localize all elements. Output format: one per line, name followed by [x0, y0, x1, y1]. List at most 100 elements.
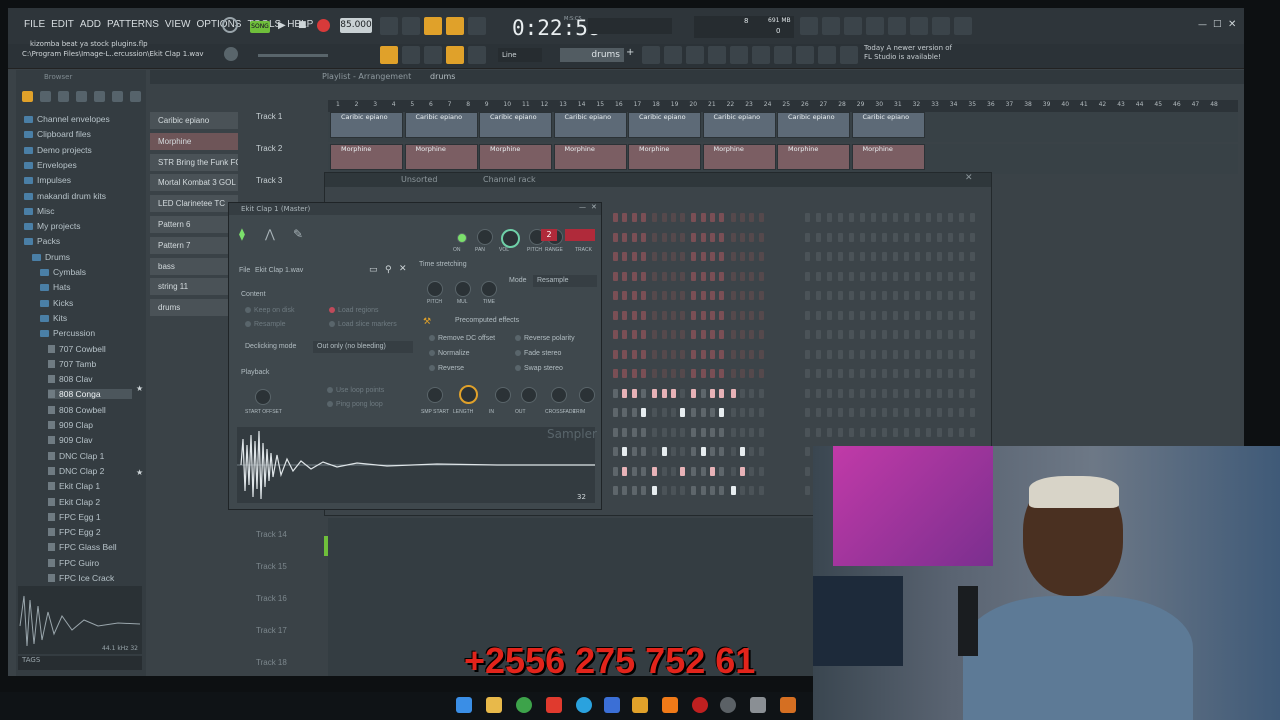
step-button[interactable] — [710, 466, 715, 476]
step-button[interactable] — [661, 466, 667, 476]
step-button[interactable] — [622, 291, 628, 300]
step-button[interactable] — [700, 369, 706, 378]
clip-caribic-epiano[interactable]: Caribic epiano — [777, 112, 850, 138]
step-button[interactable] — [631, 408, 637, 417]
clear-sample-icon[interactable]: ✕ — [399, 264, 407, 274]
step-button[interactable] — [631, 252, 637, 261]
step-button[interactable] — [937, 213, 942, 222]
step-button[interactable] — [915, 330, 920, 339]
browser-star-icon[interactable] — [130, 91, 141, 102]
step-button[interactable] — [670, 408, 676, 417]
step-button[interactable] — [613, 330, 618, 339]
step-button[interactable] — [948, 291, 953, 300]
step-button[interactable] — [719, 349, 725, 359]
step-button[interactable] — [849, 349, 854, 359]
step-button[interactable] — [613, 388, 618, 398]
step-button[interactable] — [970, 213, 975, 222]
step-button[interactable] — [904, 252, 909, 261]
step-button[interactable] — [680, 232, 686, 242]
step-button[interactable] — [816, 291, 821, 300]
step-button[interactable] — [710, 310, 715, 320]
step-button[interactable] — [959, 330, 964, 339]
step-button[interactable] — [749, 388, 755, 398]
step-button[interactable] — [860, 271, 865, 281]
step-button[interactable] — [670, 427, 676, 437]
step-button[interactable] — [904, 369, 909, 378]
step-button[interactable] — [849, 310, 854, 320]
step-button[interactable] — [739, 486, 745, 495]
clip-caribic-epiano[interactable]: Caribic epiano — [479, 112, 552, 138]
step-button[interactable] — [730, 486, 736, 495]
step-button[interactable] — [937, 310, 942, 320]
clip-caribic-epiano[interactable]: Caribic epiano — [330, 112, 403, 138]
step-button[interactable] — [622, 232, 628, 242]
mode-select[interactable]: Resample — [533, 275, 597, 287]
step-button[interactable] — [652, 427, 658, 437]
step-button[interactable] — [882, 427, 887, 437]
step-button[interactable] — [749, 232, 755, 242]
step-button[interactable] — [613, 408, 618, 417]
step-button[interactable] — [719, 447, 725, 456]
step-button[interactable] — [691, 252, 697, 261]
step-button[interactable] — [827, 427, 832, 437]
step-button[interactable] — [827, 252, 832, 261]
step-button[interactable] — [631, 291, 637, 300]
step-button[interactable] — [739, 349, 745, 359]
step-button[interactable] — [670, 330, 676, 339]
step-button[interactable] — [622, 271, 628, 281]
step-button[interactable] — [827, 349, 832, 359]
step-button[interactable] — [739, 330, 745, 339]
step-button[interactable] — [652, 291, 658, 300]
browser-item[interactable]: Channel envelopes — [24, 114, 110, 124]
step-button[interactable] — [749, 447, 755, 456]
step-button[interactable] — [710, 427, 715, 437]
sampler-close-icon[interactable]: ✕ — [591, 203, 597, 211]
step-button[interactable] — [739, 232, 745, 242]
browser-files-icon[interactable] — [40, 91, 51, 102]
record-app-icon[interactable] — [692, 697, 708, 713]
step-button[interactable] — [700, 271, 706, 281]
add-pattern-icon[interactable]: + — [626, 47, 634, 58]
step-button[interactable] — [719, 213, 725, 222]
menu-patterns[interactable]: PATTERNS — [107, 19, 159, 30]
step-button[interactable] — [893, 213, 898, 222]
store-icon[interactable] — [604, 697, 620, 713]
step-button[interactable] — [816, 388, 821, 398]
step-button[interactable] — [871, 330, 876, 339]
tags-bar[interactable]: TAGS — [18, 656, 142, 670]
step-button[interactable] — [631, 466, 637, 476]
step-button[interactable] — [691, 486, 697, 495]
step-button[interactable] — [691, 271, 697, 281]
step-button[interactable] — [749, 486, 755, 495]
step-button[interactable] — [904, 388, 909, 398]
step-button[interactable] — [882, 271, 887, 281]
step-button[interactable] — [652, 447, 658, 456]
step-button[interactable] — [827, 213, 832, 222]
browser-item[interactable]: Ekit Clap 1 — [48, 481, 100, 491]
step-button[interactable] — [739, 388, 745, 398]
step-button[interactable] — [882, 349, 887, 359]
step-button[interactable] — [849, 232, 854, 242]
step-button[interactable] — [739, 252, 745, 261]
step-button[interactable] — [691, 213, 697, 222]
step-button[interactable] — [631, 486, 637, 495]
browser-clock-icon[interactable] — [94, 91, 105, 102]
step-button[interactable] — [631, 349, 637, 359]
countdown-icon[interactable] — [424, 17, 442, 35]
step-button[interactable] — [970, 408, 975, 417]
step-button[interactable] — [849, 408, 854, 417]
step-button[interactable] — [670, 232, 676, 242]
chip-icon[interactable] — [840, 46, 858, 64]
step-button[interactable] — [661, 486, 667, 495]
step-button[interactable] — [613, 427, 618, 437]
step-button[interactable] — [710, 349, 715, 359]
step-button[interactable] — [622, 349, 628, 359]
step-button[interactable] — [816, 252, 821, 261]
step-button[interactable] — [670, 310, 676, 320]
step-button[interactable] — [948, 388, 953, 398]
step-button[interactable] — [691, 388, 697, 398]
step-button[interactable] — [680, 271, 686, 281]
browser-item[interactable]: Drums — [32, 252, 70, 262]
step-button[interactable] — [860, 232, 865, 242]
folder-icon[interactable]: ▭ — [369, 265, 378, 275]
